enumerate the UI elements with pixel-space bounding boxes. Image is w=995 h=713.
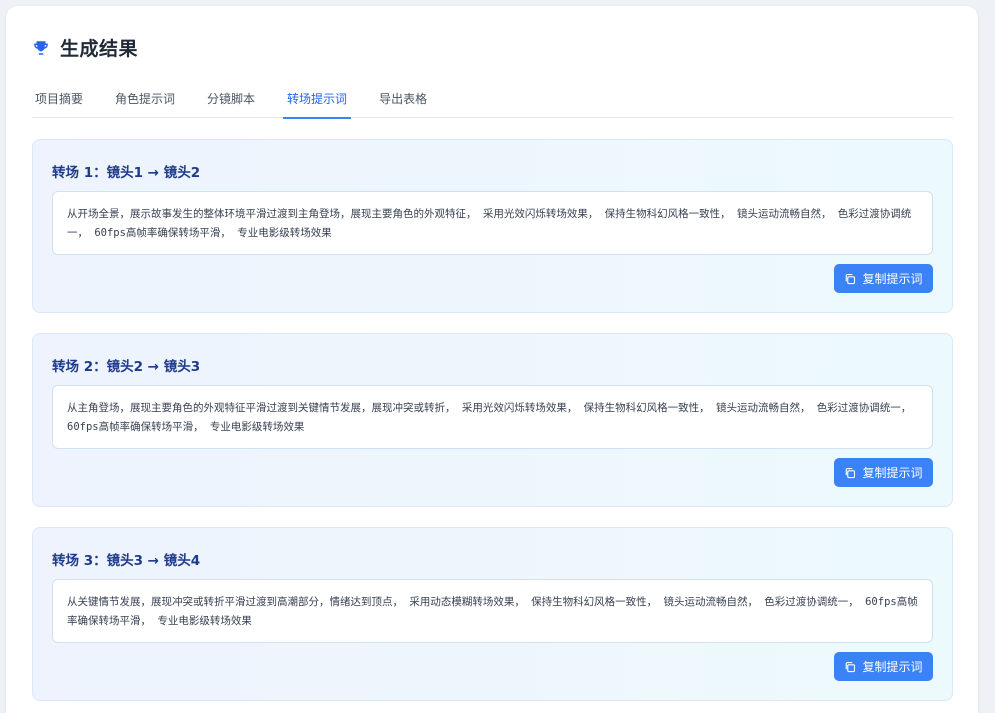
- transition-card-2: 转场 2：镜头2 → 镜头3 从主角登场，展现主要角色的外观特征平滑过渡到关键情…: [32, 333, 953, 507]
- transition-prompt-text: 从关键情节发展，展现冲突或转折平滑过渡到高潮部分，情绪达到顶点， 采用动态模糊转…: [52, 579, 933, 643]
- transition-title: 转场 3：镜头3 → 镜头4: [52, 553, 201, 569]
- copy-icon: [846, 661, 856, 672]
- copy-prompt-button[interactable]: 复制提示词: [834, 458, 933, 487]
- transition-prompt-text: 从开场全景，展示故事发生的整体环境平滑过渡到主角登场，展现主要角色的外观特征， …: [52, 191, 933, 255]
- copy-prompt-button[interactable]: 复制提示词: [834, 652, 933, 681]
- copy-button-label: 复制提示词: [862, 660, 923, 674]
- transition-title: 转场 2：镜头2 → 镜头3: [52, 359, 201, 375]
- transition-title: 转场 1：镜头1 → 镜头2: [52, 165, 201, 181]
- copy-button-label: 复制提示词: [862, 466, 923, 480]
- copy-icon: [846, 467, 856, 478]
- tab-transition-prompts[interactable]: 转场提示词: [283, 84, 352, 119]
- copy-prompt-button[interactable]: 复制提示词: [834, 264, 933, 293]
- transition-prompt-text: 从主角登场，展现主要角色的外观特征平滑过渡到关键情节发展，展现冲突或转折， 采用…: [52, 385, 933, 449]
- tab-export-table[interactable]: 导出表格: [379, 84, 427, 118]
- tab-storyboard-script[interactable]: 分镜脚本: [207, 84, 255, 118]
- transition-card-1: 转场 1：镜头1 → 镜头2 从开场全景，展示故事发生的整体环境平滑过渡到主角登…: [32, 139, 953, 313]
- page-title: 生成结果: [60, 38, 139, 60]
- panel-header: 生成结果: [32, 34, 138, 61]
- results-panel: 生成结果 项目摘要 角色提示词 分镜脚本 转场提示词 导出表格 转场 1：镜头1…: [6, 6, 978, 713]
- copy-icon: [846, 273, 856, 284]
- tab-bar: 项目摘要 角色提示词 分镜脚本 转场提示词 导出表格: [32, 84, 953, 119]
- tab-project-summary[interactable]: 项目摘要: [32, 84, 83, 118]
- trophy-icon: [34, 40, 48, 55]
- tab-character-prompts[interactable]: 角色提示词: [115, 84, 175, 118]
- transition-card-3: 转场 3：镜头3 → 镜头4 从关键情节发展，展现冲突或转折平滑过渡到高潮部分，…: [32, 527, 953, 701]
- copy-button-label: 复制提示词: [862, 272, 923, 286]
